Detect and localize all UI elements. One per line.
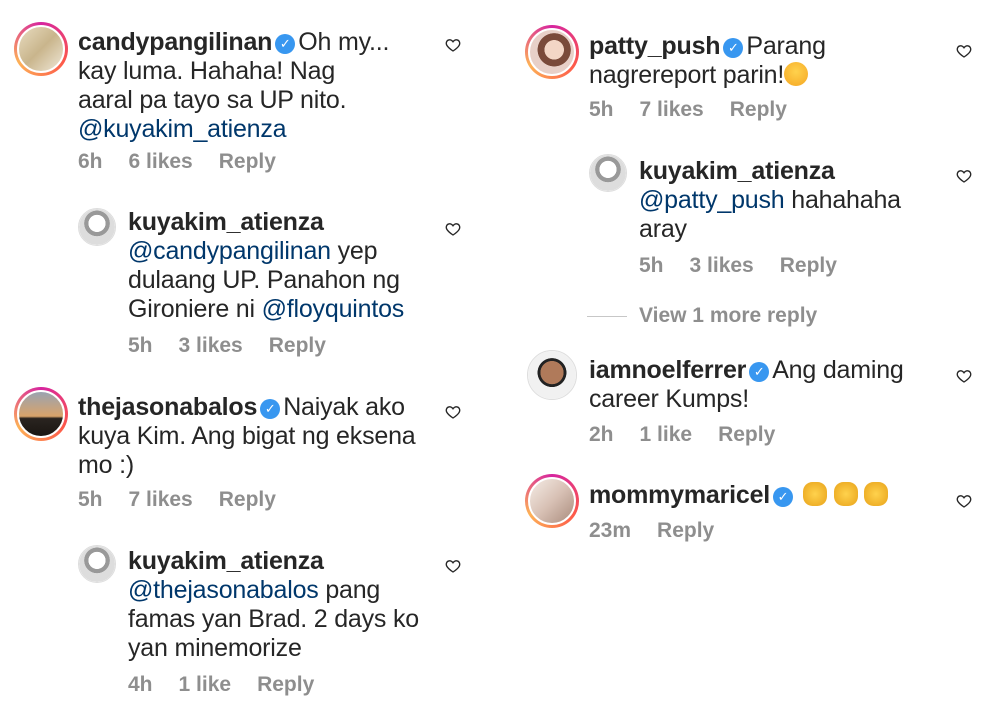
comment-meta: 5h 7 likes Reply xyxy=(589,98,813,122)
clapping-hands-emoji-icon xyxy=(864,482,889,506)
mention-link[interactable]: @candypangilinan xyxy=(128,237,331,265)
timestamp[interactable]: 5h xyxy=(128,334,153,357)
username[interactable]: kuyakim_atienza xyxy=(639,157,835,185)
heart-icon[interactable] xyxy=(956,368,972,384)
divider xyxy=(587,315,627,317)
timestamp[interactable]: 5h xyxy=(639,254,664,277)
avatar[interactable] xyxy=(14,387,68,441)
username[interactable]: patty_push xyxy=(589,32,721,60)
avatar[interactable] xyxy=(14,22,68,76)
heart-icon[interactable] xyxy=(445,221,461,237)
username[interactable]: candypangilinan xyxy=(78,28,272,56)
reply-button[interactable]: Reply xyxy=(730,98,787,121)
avatar[interactable] xyxy=(525,25,579,79)
timestamp[interactable]: 5h xyxy=(78,488,103,511)
likes-count[interactable]: 7 likes xyxy=(129,488,193,511)
verified-badge-icon: ✓ xyxy=(723,38,744,58)
timestamp[interactable]: 5h xyxy=(589,98,614,121)
timestamp[interactable]: 6h xyxy=(78,150,103,173)
reply-button[interactable]: Reply xyxy=(257,673,314,696)
likes-count[interactable]: 1 like xyxy=(179,673,232,696)
clapping-hands-emoji-icon xyxy=(833,482,858,506)
view-more-replies-button[interactable]: View 1 more reply xyxy=(587,304,817,328)
reply-button[interactable]: Reply xyxy=(657,519,714,542)
avatar[interactable] xyxy=(78,208,116,246)
likes-count[interactable]: 6 likes xyxy=(129,150,193,173)
username[interactable]: kuyakim_atienza xyxy=(128,208,324,236)
username[interactable]: iamnoelferrer xyxy=(589,356,746,384)
comment-meta: 4h 1 like Reply xyxy=(128,673,340,697)
comment-meta: 5h 3 likes Reply xyxy=(128,334,352,358)
reply-button[interactable]: Reply xyxy=(219,150,276,173)
username[interactable]: mommymaricel xyxy=(589,481,770,509)
avatar[interactable] xyxy=(589,154,627,192)
heart-icon[interactable] xyxy=(956,493,972,509)
heart-icon[interactable] xyxy=(956,43,972,59)
reply-button[interactable]: Reply xyxy=(219,488,276,511)
comment-meta: 23m Reply xyxy=(589,519,740,543)
verified-badge-icon: ✓ xyxy=(749,362,770,382)
reply-button[interactable]: Reply xyxy=(718,423,775,446)
avatar[interactable] xyxy=(78,545,116,583)
comment-meta: 6h 6 likes Reply xyxy=(78,150,302,174)
username[interactable]: kuyakim_atienza xyxy=(128,547,324,575)
verified-badge-icon: ✓ xyxy=(275,34,296,54)
mention-link[interactable]: @patty_push xyxy=(639,186,785,214)
heart-icon[interactable] xyxy=(445,37,461,53)
comment-meta: 5h 7 likes Reply xyxy=(78,488,302,512)
likes-count[interactable]: 7 likes xyxy=(640,98,704,121)
likes-count[interactable]: 3 likes xyxy=(690,254,754,277)
comment-meta: 2h 1 like Reply xyxy=(589,423,801,447)
avatar[interactable] xyxy=(527,350,577,400)
likes-count[interactable]: 3 likes xyxy=(179,334,243,357)
likes-count[interactable]: 1 like xyxy=(640,423,693,446)
timestamp[interactable]: 4h xyxy=(128,673,153,696)
heart-icon[interactable] xyxy=(445,558,461,574)
laughing-emoji-icon xyxy=(784,62,809,86)
timestamp[interactable]: 2h xyxy=(589,423,614,446)
clapping-hands-emoji-icon xyxy=(802,482,827,506)
reply-button[interactable]: Reply xyxy=(269,334,326,357)
mention-link[interactable]: @kuyakim_atienza xyxy=(78,115,438,144)
heart-icon[interactable] xyxy=(445,404,461,420)
username[interactable]: thejasonabalos xyxy=(78,393,257,421)
verified-badge-icon: ✓ xyxy=(773,487,794,507)
mention-link[interactable]: @floyquintos xyxy=(262,295,405,323)
reply-button[interactable]: Reply xyxy=(780,254,837,277)
avatar[interactable] xyxy=(525,474,579,528)
comment-meta: 5h 3 likes Reply xyxy=(639,254,863,278)
timestamp[interactable]: 23m xyxy=(589,519,631,542)
heart-icon[interactable] xyxy=(956,168,972,184)
mention-link[interactable]: @thejasonabalos xyxy=(128,576,319,604)
verified-badge-icon: ✓ xyxy=(260,399,281,419)
